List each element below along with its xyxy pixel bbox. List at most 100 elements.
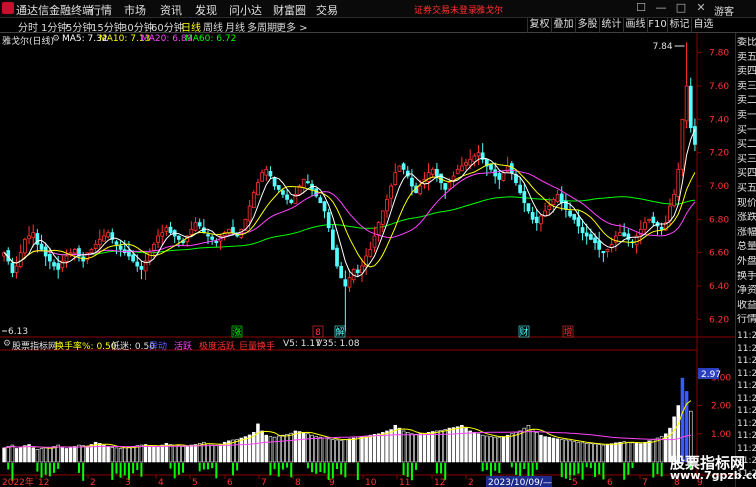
down-marker <box>602 463 605 480</box>
f10-button[interactable]: F10 <box>647 18 667 33</box>
tab-5min[interactable]: 5分钟 <box>66 19 92 34</box>
menu-faxian[interactable]: 发现 <box>195 2 217 18</box>
candle-body <box>301 178 306 189</box>
candle-body <box>693 126 697 145</box>
current-value-label: 2.97 <box>701 370 721 380</box>
layout-icon[interactable]: ☐ <box>632 1 650 16</box>
minimize-icon[interactable]: — <box>652 1 670 16</box>
down-marker <box>323 463 326 474</box>
guest-label[interactable]: 游客 <box>714 3 734 18</box>
tab-more[interactable]: 更多 > <box>276 19 308 34</box>
huaxian-button[interactable]: 画线 <box>623 18 647 33</box>
diejia-button[interactable]: 叠加 <box>551 18 575 33</box>
tab-15min[interactable]: 15分钟 <box>91 19 124 34</box>
settings-icon[interactable]: ⚙ <box>52 34 60 44</box>
candle-body <box>114 241 119 245</box>
turnover-bar <box>322 437 327 463</box>
turnover-bar <box>572 441 576 463</box>
menu-jiaoyi[interactable]: 交易 <box>316 2 338 18</box>
down-marker <box>215 463 218 479</box>
tab-1min[interactable]: 1分钟 <box>41 19 67 34</box>
menu-zixun[interactable]: 资讯 <box>160 2 182 18</box>
menu-shichang[interactable]: 市场 <box>124 2 146 18</box>
menu-caifuquan[interactable]: 财富圈 <box>273 2 306 18</box>
candle-body <box>530 212 535 220</box>
turnover-bar <box>6 446 10 463</box>
login-notice[interactable]: 证券交易未登录 <box>414 3 477 16</box>
candle-body <box>272 177 277 187</box>
tab-weekly[interactable]: 周线 <box>203 19 223 34</box>
candle-body <box>568 210 572 217</box>
turnover-bar <box>368 434 373 463</box>
candle-body <box>326 212 331 229</box>
candle-body <box>443 183 448 190</box>
y-tick-label: 6.40 <box>709 282 729 292</box>
zixuan-button[interactable]: 自选 <box>691 18 715 33</box>
turnover-bar <box>35 448 40 463</box>
indicator-active: 活跃 <box>174 342 193 352</box>
turnover-bar <box>618 441 622 463</box>
turnover-bar <box>23 445 27 463</box>
y-tick-label: 7.60 <box>709 82 729 92</box>
candle-body <box>651 216 656 224</box>
candle-body <box>164 227 169 232</box>
turnover-bar <box>614 442 618 463</box>
down-marker <box>273 463 276 470</box>
x-tick-label: 12 <box>434 478 445 487</box>
turnover-bar <box>418 433 423 463</box>
menu-wenxiaoda[interactable]: 问小达 <box>229 2 262 18</box>
duogu-button[interactable]: 多股 <box>575 18 599 33</box>
down-marker <box>494 463 497 471</box>
candle-body <box>139 266 144 270</box>
turnover-bar <box>2 447 6 463</box>
maximize-icon[interactable]: □ <box>672 1 690 16</box>
candle-body <box>555 193 560 203</box>
x-year-label: 2022年 <box>2 476 34 487</box>
turnover-bar <box>397 427 402 463</box>
close-icon[interactable]: ✕ <box>692 1 710 16</box>
biaoji-button[interactable]: 标记 <box>667 18 691 33</box>
candle-body <box>643 222 647 230</box>
x-tick-label: 10 <box>365 478 377 487</box>
candle-body <box>489 163 493 170</box>
tab-monthly[interactable]: 月线 <box>225 19 245 34</box>
down-marker <box>306 463 309 469</box>
tab-fenshi[interactable]: 分时 <box>18 19 38 34</box>
candle-body <box>668 205 672 222</box>
side-time: 11:29 <box>737 368 756 379</box>
down-marker <box>236 463 239 471</box>
candle-body <box>618 232 622 236</box>
tab-multi-period[interactable]: 多周期 <box>247 19 277 34</box>
tab-60min[interactable]: 60分钟 <box>151 19 184 34</box>
turnover-bar <box>472 432 477 463</box>
down-marker <box>560 463 563 478</box>
fuquan-button[interactable]: 复权 <box>527 18 551 33</box>
turnover-bar <box>331 439 335 463</box>
candle-body <box>39 243 44 250</box>
tongji-button[interactable]: 统计 <box>599 18 623 33</box>
candle-body <box>593 237 597 244</box>
turnover-bar <box>364 435 368 463</box>
turnover-bar <box>680 377 685 463</box>
indicator-settings-icon[interactable]: ⚙ <box>3 339 11 349</box>
turnover-bar <box>455 426 460 463</box>
turnover-bar <box>559 439 564 463</box>
down-marker <box>115 463 118 474</box>
turnover-bar <box>181 446 185 463</box>
down-marker <box>182 463 185 473</box>
candle-body <box>56 263 61 270</box>
candle-body <box>518 184 522 194</box>
menu-hangqing[interactable]: 行情 <box>90 2 112 18</box>
signal-marker: 增 <box>563 326 572 338</box>
kline-chart[interactable]: 7.80 7.60 7.40 7.20 7.00 6.80 6.60 6.40 6.20 7.84… <box>0 33 735 487</box>
x-tick-label: 12 <box>38 478 49 487</box>
candle-body <box>597 240 602 250</box>
tab-daily[interactable]: 日线 <box>181 19 201 34</box>
candle-body <box>526 203 531 212</box>
down-marker <box>336 463 339 469</box>
side-label: 收益 <box>737 299 756 311</box>
turnover-bar <box>289 432 293 463</box>
tab-30min[interactable]: 30分钟 <box>121 19 154 34</box>
down-marker <box>173 463 176 479</box>
turnover-bar <box>626 441 631 463</box>
